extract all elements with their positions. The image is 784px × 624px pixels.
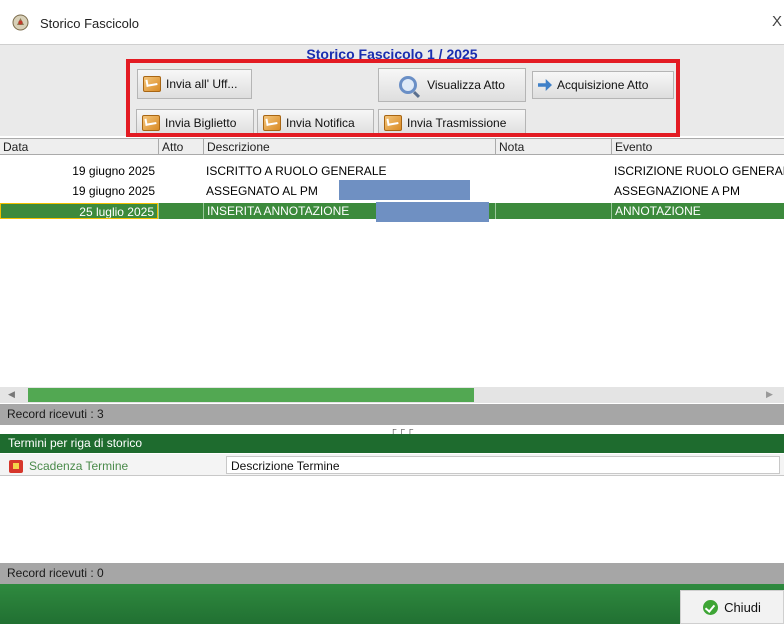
cell-data: 19 giugno 2025 (72, 164, 155, 178)
column-header-evento[interactable]: Evento (611, 139, 784, 155)
close-window-button[interactable]: X (772, 13, 782, 30)
cell-atto (158, 183, 203, 199)
column-header-data[interactable]: Data (0, 139, 158, 155)
table-row[interactable]: 19 giugno 2025 ASSEGNATO AL PM ASSEGNAZI… (0, 180, 784, 200)
scadenza-label: Scadenza Termine (29, 459, 129, 473)
footer-bar (0, 584, 784, 624)
chiudi-button[interactable]: Chiudi (680, 590, 784, 624)
record-count-status-termini: Record ricevuti : 0 (0, 563, 784, 584)
chiudi-label: Chiudi (724, 599, 761, 615)
column-header-scadenza[interactable]: Scadenza Termine (9, 458, 227, 474)
column-header-atto[interactable]: Atto (158, 139, 203, 155)
cell-evento: ISCRIZIONE RUOLO GENERALE (614, 164, 784, 178)
splitter-grip-icon[interactable]: ┌┌┌ (390, 424, 415, 434)
cell-evento: ASSEGNAZIONE A PM (614, 184, 741, 198)
record-count-status: Record ricevuti : 3 (0, 404, 784, 425)
redaction-box (339, 180, 470, 200)
scrollbar-thumb[interactable] (28, 388, 474, 402)
cell-descrizione: ISCRITTO A RUOLO GENERALE (206, 164, 387, 178)
cell-nota (495, 163, 611, 179)
cell-atto (158, 203, 203, 219)
toolbar-highlight-box (126, 59, 680, 137)
cell-atto (158, 163, 203, 179)
redaction-box (376, 202, 489, 222)
table-row[interactable]: 19 giugno 2025 ISCRITTO A RUOLO GENERALE… (0, 163, 784, 179)
column-header-nota[interactable]: Nota (495, 139, 611, 155)
cell-nota (495, 203, 611, 219)
column-header-descrizione[interactable]: Descrizione (203, 139, 495, 155)
table-row-selected[interactable]: 25 luglio 2025 INSERITA ANNOTAZIONE ANNO… (0, 202, 784, 222)
check-icon (703, 599, 719, 615)
scroll-left-arrow-icon[interactable]: ◀ (8, 389, 15, 400)
column-header-descrizione-termine[interactable]: Descrizione Termine (226, 456, 780, 474)
cell-data: 25 luglio 2025 (0, 203, 158, 219)
emblem-icon (12, 14, 29, 31)
cell-nota (495, 183, 611, 199)
window-title: Storico Fascicolo (40, 16, 139, 31)
cell-data: 19 giugno 2025 (72, 184, 155, 198)
table-header: Data Atto Descrizione Nota Evento (0, 138, 784, 155)
flag-icon (9, 459, 23, 473)
scroll-right-arrow-icon[interactable]: ▶ (766, 389, 773, 400)
termini-section-header: Termini per riga di storico (0, 434, 784, 453)
cell-evento: ANNOTAZIONE (611, 203, 784, 219)
